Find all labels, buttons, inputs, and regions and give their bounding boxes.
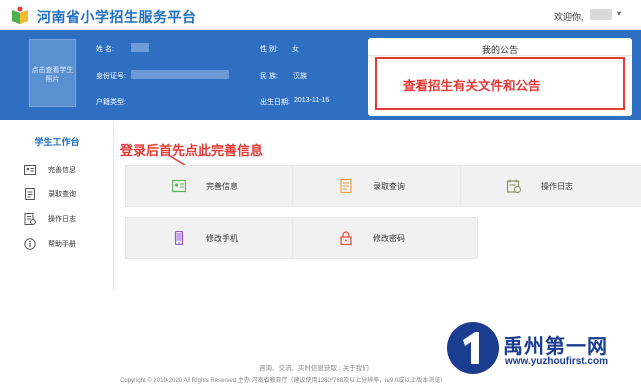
watermark-url: www.yuzhoufirst.com [505, 356, 608, 367]
hukou-label: 户籍类型: [96, 99, 126, 106]
name-value-redacted [131, 43, 149, 52]
sidebar-item-complete-info[interactable]: 完善信息 [24, 163, 112, 179]
ethnicity-label: 民 族: [260, 73, 278, 80]
tile-complete-info[interactable]: 完善信息 [125, 165, 311, 207]
phone-icon [174, 231, 184, 245]
tile-change-phone[interactable]: 修改手机 [125, 217, 311, 259]
watermark-title: 禹州第一网 [503, 336, 608, 358]
tile-admission-query[interactable]: 录取查询 [292, 165, 478, 207]
welcome-text: 欢迎你, [554, 12, 584, 22]
watermark-one-icon [463, 332, 479, 364]
lock-icon [340, 231, 352, 245]
birth-date-label: 出生日期: [260, 99, 290, 106]
notice-panel: 我的公告 查看招生有关文件和公告 [368, 38, 632, 116]
chevron-down-icon[interactable]: ▾ [617, 9, 621, 18]
notice-annotation: 查看招生有关文件和公告 [403, 79, 541, 93]
site-title[interactable]: 河南省小学招生服务平台 [37, 7, 197, 27]
id-number-label: 身份证号: [96, 73, 126, 80]
gender-label: 性 别: [260, 46, 278, 53]
sidebar-item-label: 完善信息 [48, 167, 76, 174]
footer-link-contact[interactable]: 咨询、交流、实时信息获取 [259, 365, 337, 372]
watermark-logo [447, 322, 499, 374]
sidebar-item-help-manual[interactable]: 帮助手册 [24, 237, 112, 253]
tile-operation-log[interactable]: 操作日志 [460, 165, 641, 207]
calendar-icon [507, 179, 521, 193]
sidebar-item-label: 操作日志 [48, 216, 76, 223]
ethnicity-value: 汉族 [293, 73, 307, 80]
notice-divider [368, 55, 632, 56]
birth-date-value: 2013-11-16 [294, 97, 330, 104]
username-redacted[interactable] [590, 9, 612, 20]
id-number-redacted [131, 70, 229, 79]
book-logo-icon [12, 6, 28, 24]
document-icon [25, 188, 35, 200]
footer-link-about[interactable]: 关于我们 [343, 365, 369, 372]
tile-change-password[interactable]: 修改密码 [292, 217, 478, 259]
log-icon [24, 213, 36, 225]
footer-links: 咨询、交流、实时信息获取 | 关于我们 [259, 365, 369, 372]
sidebar-item-admission-query[interactable]: 录取查询 [24, 187, 112, 203]
tile-label: 录取查询 [373, 182, 405, 191]
info-icon [24, 238, 36, 250]
name-label: 姓 名: [96, 46, 114, 53]
document-icon [340, 179, 352, 193]
student-photo[interactable]: 点击查看学生照片 [29, 39, 76, 107]
footer-copyright: Copyright © 2019-2020 All Rights Reserve… [120, 378, 447, 384]
sidebar-item-label: 录取查询 [48, 191, 76, 198]
id-card-icon [24, 165, 36, 175]
tile-label: 修改密码 [373, 234, 405, 243]
gender-value: 女 [292, 46, 299, 53]
tile-label: 修改手机 [206, 234, 238, 243]
top-bar: 河南省小学招生服务平台 欢迎你, ▾ [0, 0, 641, 30]
notice-highlight-box[interactable]: 查看招生有关文件和公告 [375, 57, 625, 110]
id-card-icon [172, 179, 186, 193]
tile-label: 完善信息 [206, 182, 238, 191]
sidebar-item-operation-log[interactable]: 操作日志 [24, 212, 112, 228]
sidebar-heading: 学生工作台 [34, 137, 80, 147]
sidebar: 学生工作台 完善信息 录取查询 操作日志 帮助手册 [0, 121, 114, 291]
sidebar-item-label: 帮助手册 [48, 241, 76, 248]
tile-label: 操作日志 [541, 182, 573, 191]
